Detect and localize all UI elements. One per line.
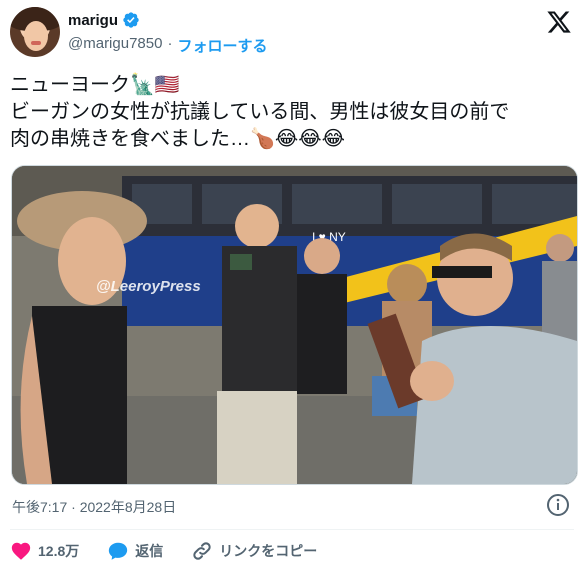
verified-badge-icon (123, 12, 139, 28)
copy-link-button[interactable]: リンクをコピー (191, 540, 317, 562)
author-name-row: marigu (68, 11, 140, 29)
info-icon[interactable] (546, 493, 570, 517)
tweet-card: marigu @marigu7850 · フォローする ニューヨーク🗽🇺🇸 ビー… (0, 0, 584, 568)
reply-button[interactable]: 返信 (107, 540, 163, 562)
link-icon (193, 542, 211, 560)
divider (10, 529, 574, 530)
like-button[interactable]: 12.8万 (10, 540, 79, 562)
action-bar: 12.8万 返信 リンクをコピー (10, 540, 345, 562)
video-frame: I ♥ NY (12, 166, 577, 484)
author-handle[interactable]: @marigu7850 (68, 35, 162, 56)
copy-link-label: リンクをコピー (219, 543, 318, 559)
tweet-line-3: 肉の串焼きを食べました…🍗😂😂😂 (10, 128, 346, 150)
like-count: 12.8万 (38, 543, 80, 559)
follow-button[interactable]: フォローする (177, 35, 267, 56)
separator: · (167, 35, 173, 52)
reply-bubble-icon (109, 542, 128, 560)
heart-icon (11, 542, 31, 560)
timestamp[interactable]: 午後7:17 · 2022年8月28日 (12, 497, 176, 517)
video-watermark: @LeeroyPress (96, 278, 201, 295)
reply-label: 返信 (135, 543, 164, 559)
x-logo-icon[interactable] (546, 9, 572, 35)
tweet-text: ニューヨーク🗽🇺🇸 ビーガンの女性が抗議している間、男性は彼女目の前で 肉の串焼… (10, 72, 576, 153)
avatar[interactable] (10, 7, 60, 57)
video-player[interactable]: I ♥ NY @LeeroyPress (11, 165, 578, 485)
tweet-line-2: ビーガンの女性が抗議している間、男性は彼女目の前で (10, 101, 510, 123)
handle-row: @marigu7850 · フォローする (68, 35, 267, 56)
author-name[interactable]: marigu (68, 12, 118, 29)
tweet-line-1: ニューヨーク🗽🇺🇸 (10, 74, 180, 96)
